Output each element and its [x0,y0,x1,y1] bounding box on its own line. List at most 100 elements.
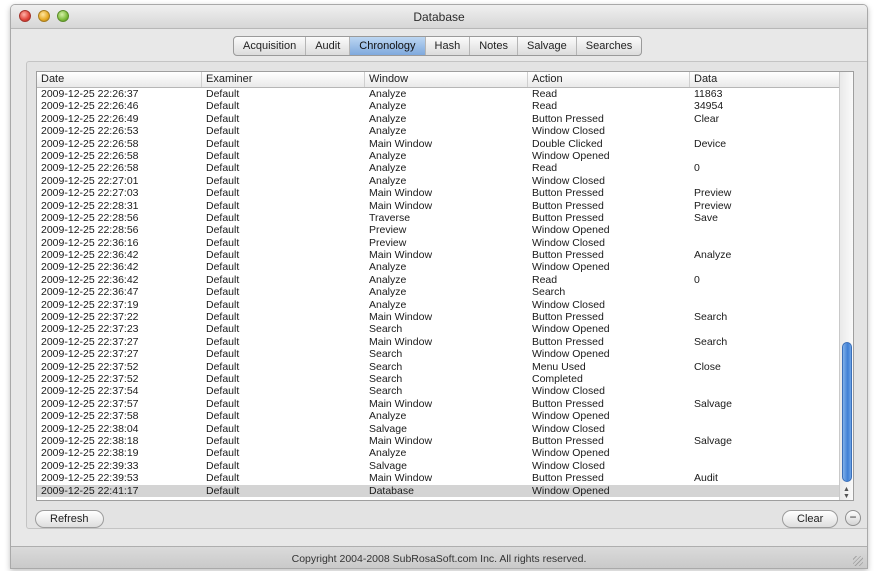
tab-audit[interactable]: Audit [306,37,351,55]
table-cell-examiner: Default [206,447,240,460]
table-row[interactable]: 2009-12-25 22:36:42 Default Main Window But… [37,249,841,261]
table-cell-action: Double Clicked [532,137,603,150]
table-row[interactable]: 2009-12-25 22:26:37 Default Analyze Read 118… [37,88,841,100]
table-row[interactable]: 2009-12-25 22:26:49 Default Analyze Button … [37,113,841,125]
table-cell-data [690,385,841,397]
table-row[interactable]: 2009-12-25 22:38:18 Default Main Window But… [37,435,841,447]
table-cell-date: 2009-12-25 22:37:54 [41,385,139,398]
table-cell-examiner: Default [206,174,240,187]
table-cell-date: 2009-12-25 22:39:53 [41,472,139,485]
table-cell-examiner: Default [206,472,240,485]
table-row[interactable]: 2009-12-25 22:27:03 Default Main Window But… [37,187,841,199]
tab-salvage[interactable]: Salvage [518,37,577,55]
table-cell-examiner: Default [206,335,240,348]
table-row[interactable]: 2009-12-25 22:38:19 Default Analyze Window … [37,447,841,459]
table-cell-examiner: Default [206,162,240,175]
table-row[interactable]: 2009-12-25 22:37:19 Default Analyze Window … [37,299,841,311]
table-cell-action: Button Pressed [532,249,604,262]
tab-acquisition[interactable]: Acquisition [234,37,307,55]
clear-button[interactable]: Clear [782,510,839,528]
table-cell-examiner: Default [206,372,240,385]
table-row[interactable]: 2009-12-25 22:37:23 Default Search Window O… [37,323,841,335]
table-cell-date: 2009-12-25 22:37:58 [41,410,139,423]
table-row[interactable]: 2009-12-25 22:28:56 Default Preview Window … [37,224,841,236]
table-row[interactable]: 2009-12-25 22:26:46 Default Analyze Read 349… [37,100,841,112]
table-cell-window: Salvage [369,459,407,472]
table-cell-action: Window Opened [532,348,610,361]
table-row[interactable]: 2009-12-25 22:39:53 Default Main Window But… [37,472,841,484]
table-cell-action: Button Pressed [532,335,604,348]
tab-notes[interactable]: Notes [470,37,518,55]
table-cell-window: Analyze [369,447,407,460]
table-cell-window: Analyze [369,100,407,113]
table-row[interactable]: 2009-12-25 22:37:52 Default Search Complete… [37,373,841,385]
table-row[interactable]: 2009-12-25 22:36:42 Default Analyze Window … [37,261,841,273]
table-row[interactable]: 2009-12-25 22:37:52 Default Search Menu Use… [37,361,841,373]
table-row[interactable]: 2009-12-25 22:36:42 Default Analyze Read 0 [37,274,841,286]
table-cell-examiner: Default [206,323,240,336]
table-cell-examiner: Default [206,100,240,113]
table-row[interactable]: 2009-12-25 22:41:17 Default Database Window… [37,484,841,497]
table-cell-examiner: Default [206,137,240,150]
table-row[interactable]: 2009-12-25 22:26:58 Default Main Window Dou… [37,138,841,150]
table-cell-window: Search [369,360,403,373]
table-cell-data [690,423,841,435]
chronology-table: Date Examiner Window Action Data 2009-12-25 … [36,71,854,501]
table-cell-action: Window Closed [532,125,605,138]
tab-hash[interactable]: Hash [426,37,471,55]
table-row[interactable]: 2009-12-25 22:37:57 Default Main Window But… [37,398,841,410]
table-row[interactable]: 2009-12-25 22:38:04 Default Salvage Window … [37,423,841,435]
table-row[interactable]: 2009-12-25 22:27:01 Default Analyze Window … [37,175,841,187]
table-row[interactable]: 2009-12-25 22:26:58 Default Analyze Window … [37,150,841,162]
table-cell-date: 2009-12-25 22:38:19 [41,447,139,460]
table-row[interactable]: 2009-12-25 22:26:58 Default Analyze Read 0 [37,162,841,174]
table-cell-examiner: Default [206,459,240,472]
table-row[interactable]: 2009-12-25 22:28:56 Default Traverse Button… [37,212,841,224]
table-cell-examiner: Default [206,211,240,224]
table-cell-date: 2009-12-25 22:27:01 [41,174,139,187]
table-cell-data: Device [694,137,727,150]
scroll-down-arrow-icon[interactable]: ▼ [843,493,850,500]
table-cell-action: Window Closed [532,236,605,249]
column-header-date[interactable]: Date [37,72,202,87]
table-row[interactable]: 2009-12-25 22:37:27 Default Main Window But… [37,336,841,348]
remove-button[interactable]: − [845,510,861,526]
table-cell-examiner: Default [206,410,240,423]
table-cell-data: Close [694,360,721,373]
title-bar[interactable]: Database [11,5,867,29]
vertical-scrollbar[interactable]: ▲ ▼ [839,72,853,500]
scroll-up-arrow-icon[interactable]: ▲ [843,486,850,493]
table-cell-action: Window Closed [532,174,605,187]
table-row[interactable]: 2009-12-25 22:39:33 Default Salvage Window … [37,460,841,472]
refresh-button[interactable]: Refresh [35,510,104,528]
table-cell-window: Analyze [369,174,407,187]
table-cell-date: 2009-12-25 22:37:19 [41,298,139,311]
table-cell-window: Main Window [369,434,433,447]
table-cell-date: 2009-12-25 22:37:52 [41,372,139,385]
column-header-data[interactable]: Data [690,72,841,87]
scrollbar-thumb[interactable] [842,342,852,482]
column-header-action[interactable]: Action [528,72,690,87]
table-cell-window: Search [369,348,403,361]
table-cell-date: 2009-12-25 22:26:46 [41,100,139,113]
tab-searches[interactable]: Searches [577,37,641,55]
tab-chronology[interactable]: Chronology [350,37,426,55]
table-row[interactable]: 2009-12-25 22:26:53 Default Analyze Window … [37,125,841,137]
table-cell-date: 2009-12-25 22:37:23 [41,323,139,336]
column-header-examiner[interactable]: Examiner [202,72,365,87]
table-row[interactable]: 2009-12-25 22:36:16 Default Preview Window … [37,237,841,249]
resize-grip-icon[interactable] [853,556,863,566]
table-cell-date: 2009-12-25 22:37:52 [41,360,139,373]
table-row[interactable]: 2009-12-25 22:37:54 Default Search Window C… [37,385,841,397]
table-cell-date: 2009-12-25 22:27:03 [41,187,139,200]
table-cell-action: Window Closed [532,298,605,311]
table-row[interactable]: 2009-12-25 22:36:47 Default Analyze Search [37,286,841,298]
table-row[interactable]: 2009-12-25 22:37:58 Default Analyze Window … [37,410,841,422]
table-row[interactable]: 2009-12-25 22:37:27 Default Search Window O… [37,348,841,360]
column-header-window[interactable]: Window [365,72,528,87]
table-header: Date Examiner Window Action Data [37,72,841,88]
table-cell-examiner: Default [206,286,240,299]
table-row[interactable]: 2009-12-25 22:28:31 Default Main Window But… [37,200,841,212]
table-row[interactable]: 2009-12-25 22:37:22 Default Main Window But… [37,311,841,323]
table-cell-data [690,224,841,236]
